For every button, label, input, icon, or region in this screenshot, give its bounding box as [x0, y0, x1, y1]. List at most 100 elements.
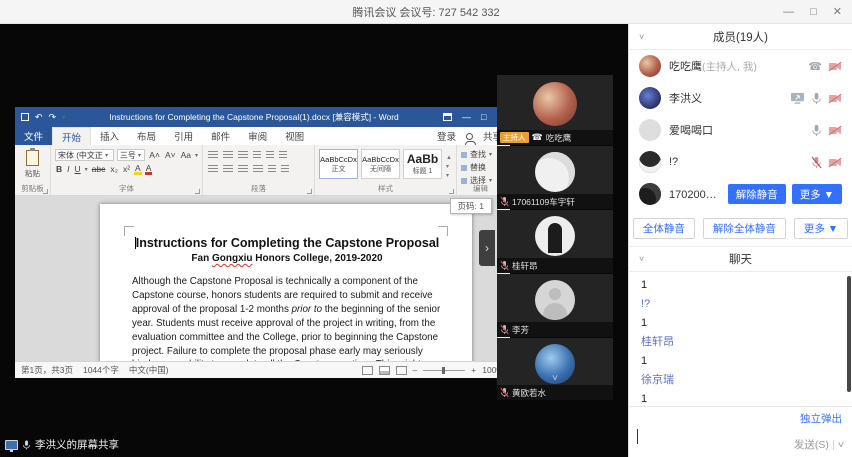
mute-all-button[interactable]: 全体静音 — [633, 218, 695, 239]
ribbon-display-options-icon[interactable] — [443, 113, 452, 121]
paragraph-dialog-launcher-icon[interactable] — [307, 189, 312, 194]
shrink-font-button[interactable]: A˅ — [164, 150, 177, 160]
align-right-icon[interactable] — [238, 165, 248, 173]
print-layout-icon[interactable] — [379, 366, 390, 375]
sort-icon[interactable] — [279, 151, 287, 159]
justify-icon[interactable] — [253, 165, 263, 173]
style-normal[interactable]: AaBbCcDx 正文 — [319, 149, 358, 179]
tab-view[interactable]: 视图 — [276, 127, 313, 145]
member-row[interactable]: 吃吃鹰(主持人, 我) ☎ — [629, 50, 852, 82]
word-count[interactable]: 1044个字 — [83, 364, 119, 376]
chat-collapse-icon[interactable]: ˅ — [639, 254, 644, 264]
align-left-icon[interactable] — [208, 165, 218, 173]
increase-indent-icon[interactable] — [266, 151, 274, 159]
video-tile-host[interactable]: 主持人 ☎ 吃吃鹰 — [497, 75, 613, 145]
style-no-spacing[interactable]: AaBbCcDx 无间隔 — [361, 149, 400, 179]
popout-chat-link[interactable]: 独立弹出 — [800, 411, 842, 426]
bold-button[interactable]: B — [55, 164, 63, 174]
highlight-color-button[interactable]: A — [134, 164, 142, 175]
tab-insert[interactable]: 插入 — [91, 127, 128, 145]
strikethrough-button[interactable]: abc — [91, 164, 107, 174]
multilevel-list-icon[interactable] — [238, 151, 248, 159]
zoom-out-icon[interactable]: – — [413, 365, 418, 375]
save-icon[interactable] — [21, 113, 29, 121]
styles-gallery-scroll[interactable]: ▲ ▾ ▾ — [445, 149, 452, 184]
find-button[interactable]: 查找▾ — [461, 149, 500, 160]
clipboard-dialog-launcher-icon[interactable] — [43, 189, 48, 194]
minimize-icon[interactable]: — — [783, 0, 794, 24]
unmute-all-button[interactable]: 解除全体静音 — [703, 218, 786, 239]
replace-button[interactable]: 替换 — [461, 162, 500, 173]
word-maximize-icon[interactable]: □ — [481, 112, 486, 122]
members-collapse-icon[interactable]: ˅ — [639, 32, 644, 42]
zoom-in-icon[interactable]: + — [471, 365, 476, 375]
member-row[interactable]: 17020001袁帆 解除静音 更多 ▼ — [629, 178, 852, 210]
chat-scrollbar[interactable] — [847, 276, 851, 392]
more-button[interactable]: 更多 ▼ — [792, 184, 842, 204]
styles-up-icon[interactable]: ▲ — [446, 155, 452, 161]
video-tile[interactable]: 桂轩昂 — [497, 210, 613, 273]
member-row[interactable]: 爱喝喝口 — [629, 114, 852, 146]
paste-label[interactable]: 粘贴 — [25, 168, 40, 179]
line-spacing-icon[interactable] — [268, 165, 276, 173]
tab-review[interactable]: 审阅 — [239, 127, 276, 145]
sign-in-link[interactable]: 登录 — [437, 129, 456, 143]
language-indicator[interactable]: 中文(中国) — [129, 364, 169, 376]
send-button[interactable]: 发送(S) — [794, 437, 829, 452]
redo-icon[interactable]: ↷ — [49, 112, 57, 123]
more-actions-button[interactable]: 更多 ▼ — [794, 218, 848, 239]
underline-dropdown-icon[interactable]: ▾ — [85, 166, 88, 173]
tab-references[interactable]: 引用 — [165, 127, 202, 145]
align-center-icon[interactable] — [223, 165, 233, 173]
tab-layout[interactable]: 布局 — [128, 127, 165, 145]
paste-icon[interactable] — [26, 150, 39, 166]
styles-dialog-launcher-icon[interactable] — [449, 189, 454, 194]
replace-icon — [461, 165, 467, 171]
styles-more-icon[interactable]: ▾ — [446, 172, 452, 179]
close-icon[interactable]: ✕ — [833, 0, 842, 24]
member-row[interactable]: !? — [629, 146, 852, 178]
camera-off-icon — [828, 93, 842, 104]
subscript-button[interactable]: x₂ — [109, 164, 119, 174]
send-options-icon[interactable]: ˅ — [838, 439, 844, 451]
shading-icon[interactable] — [281, 165, 289, 173]
undo-icon[interactable]: ↶ — [35, 112, 43, 123]
word-minimize-icon[interactable]: — — [462, 112, 471, 122]
decrease-indent-icon[interactable] — [253, 151, 261, 159]
superscript-button[interactable]: x² — [122, 164, 131, 174]
host-badge: 主持人 — [500, 132, 529, 143]
font-dialog-launcher-icon[interactable] — [195, 189, 200, 194]
tab-file[interactable]: 文件 — [15, 127, 52, 145]
video-tile[interactable]: ˅ 黄欧若水 — [497, 338, 613, 400]
styles-down-icon[interactable]: ▾ — [446, 163, 452, 170]
chat-message-list[interactable]: 1 !? 1 桂轩昂 1 徐京瑞 1 — [629, 272, 852, 406]
strip-collapse-icon[interactable]: ˅ — [552, 373, 558, 384]
unmute-button[interactable]: 解除静音 — [728, 184, 786, 204]
style-heading1[interactable]: AaBb 标题 1 — [403, 149, 442, 179]
numbering-icon[interactable] — [223, 151, 233, 159]
grow-font-button[interactable]: A˄ — [148, 150, 161, 160]
italic-button[interactable]: I — [66, 164, 70, 174]
read-mode-icon[interactable] — [362, 366, 373, 375]
tab-mailings[interactable]: 邮件 — [202, 127, 239, 145]
document-page[interactable]: Instructions for Completing the Capstone… — [100, 204, 472, 361]
video-panel-expand-button[interactable]: › — [479, 230, 495, 266]
change-case-button[interactable]: Aa — [180, 150, 192, 160]
font-color-button[interactable]: A — [145, 164, 153, 175]
video-tile[interactable]: 17061109车宇轩 — [497, 146, 613, 209]
chat-input-area[interactable]: 独立弹出 发送(S) ˅ — [629, 406, 852, 457]
video-tile[interactable]: 李芳 — [497, 274, 613, 337]
web-layout-icon[interactable] — [396, 366, 407, 375]
zoom-slider-thumb[interactable] — [442, 367, 445, 374]
maximize-icon[interactable]: □ — [810, 0, 817, 24]
font-name-select[interactable]: 宋体 (中文正 ▾ — [55, 149, 114, 161]
bullets-icon[interactable] — [208, 151, 218, 159]
font-size-select[interactable]: 三号 ▾ — [117, 149, 146, 161]
underline-button[interactable]: U — [74, 164, 82, 174]
tab-home[interactable]: 开始 — [52, 127, 91, 145]
zoom-slider[interactable] — [423, 370, 465, 371]
member-row[interactable]: 李洪义 — [629, 82, 852, 114]
change-case-dropdown-icon[interactable]: ▾ — [195, 152, 198, 159]
page-indicator[interactable]: 第1页，共3页 — [21, 364, 73, 376]
doc-heading: Instructions for Completing the Capstone… — [132, 236, 442, 250]
